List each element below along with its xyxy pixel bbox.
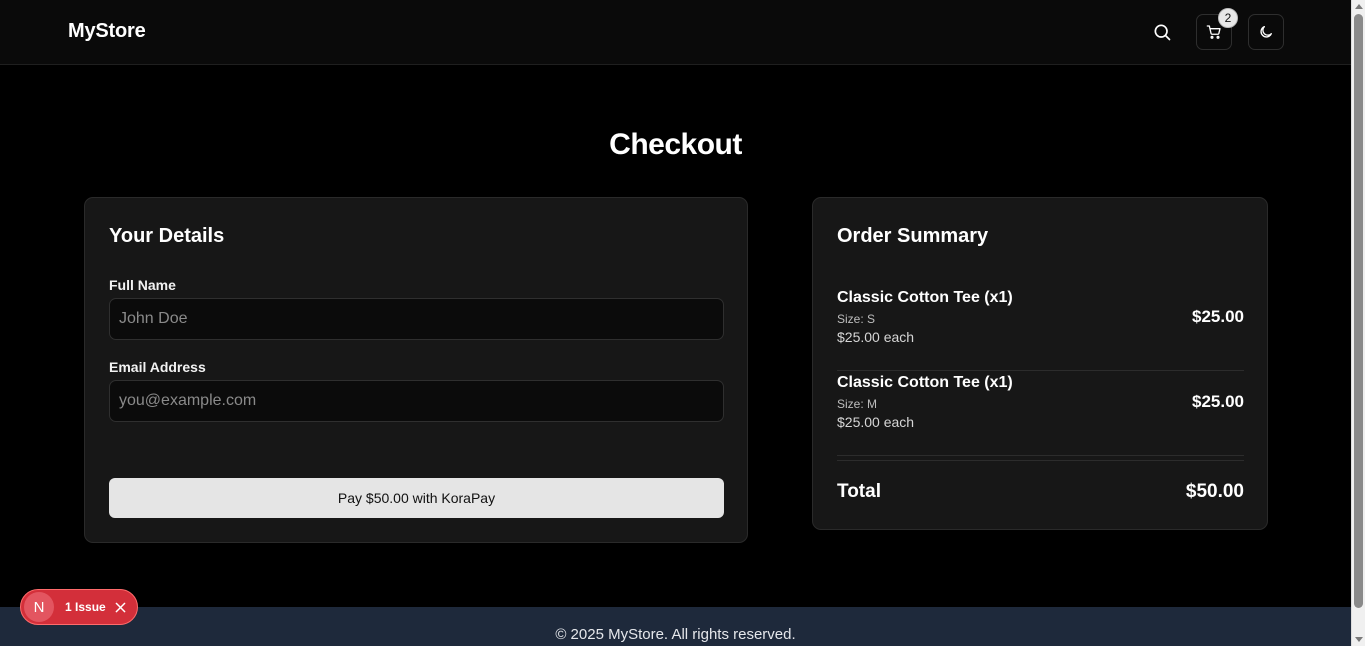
nextjs-logo: N	[24, 592, 54, 622]
page-scrollbar[interactable]	[1351, 0, 1365, 646]
full-name-input[interactable]	[109, 298, 724, 340]
page: MyStore 2 Checkout Your Details Full Nam…	[0, 0, 1351, 646]
site-footer: © 2025 MyStore. All rights reserved.	[0, 607, 1351, 646]
summary-title: Order Summary	[837, 225, 989, 247]
item-name: Classic Cotton Tee (x1)	[837, 289, 1013, 306]
item-price: $25.00	[1192, 392, 1244, 411]
cart-icon	[1206, 25, 1221, 39]
email-input[interactable]	[109, 380, 724, 422]
search-button[interactable]	[1146, 16, 1178, 48]
theme-toggle-button[interactable]	[1248, 14, 1284, 50]
item-unit-price: $25.00 each	[837, 414, 915, 430]
cart-count-badge: 2	[1218, 8, 1238, 28]
issue-count[interactable]: 1 Issue	[65, 600, 106, 614]
item-unit-price: $25.00 each	[837, 329, 915, 345]
moon-icon	[1260, 26, 1272, 38]
issues-badge[interactable]: N 1 Issue	[20, 589, 138, 625]
item-name: Classic Cotton Tee (x1)	[837, 374, 1013, 391]
order-summary-card: Order Summary Classic Cotton Tee (x1) Si…	[812, 197, 1268, 530]
scrollbar-thumb[interactable]	[1354, 14, 1363, 608]
scroll-up-arrow-icon[interactable]	[1355, 4, 1363, 9]
full-name-label: Full Name	[109, 277, 176, 293]
details-card: Your Details Full Name Email Address Pay…	[84, 197, 748, 543]
total-value: $50.00	[1185, 481, 1244, 502]
site-header: MyStore 2	[0, 0, 1351, 65]
copyright-text: © 2025 MyStore. All rights reserved.	[555, 626, 796, 643]
total-row: Total $50.00	[837, 460, 1244, 502]
pay-button[interactable]: Pay $50.00 with KoraPay	[109, 478, 724, 518]
scroll-down-arrow-icon[interactable]	[1355, 637, 1363, 642]
close-icon	[115, 602, 126, 612]
search-icon	[1154, 24, 1171, 41]
logo[interactable]: MyStore	[68, 20, 146, 43]
item-size: Size: M	[837, 397, 878, 411]
order-item: Classic Cotton Tee (x1) Size: M $25.00 e…	[837, 374, 1244, 456]
issue-close-button[interactable]	[114, 600, 128, 614]
details-title: Your Details	[109, 225, 225, 247]
order-item: Classic Cotton Tee (x1) Size: S $25.00 e…	[837, 289, 1244, 371]
email-label: Email Address	[109, 359, 206, 375]
item-size: Size: S	[837, 312, 876, 326]
item-price: $25.00	[1192, 307, 1244, 326]
total-label: Total	[837, 481, 881, 502]
page-title: Checkout	[609, 128, 742, 161]
